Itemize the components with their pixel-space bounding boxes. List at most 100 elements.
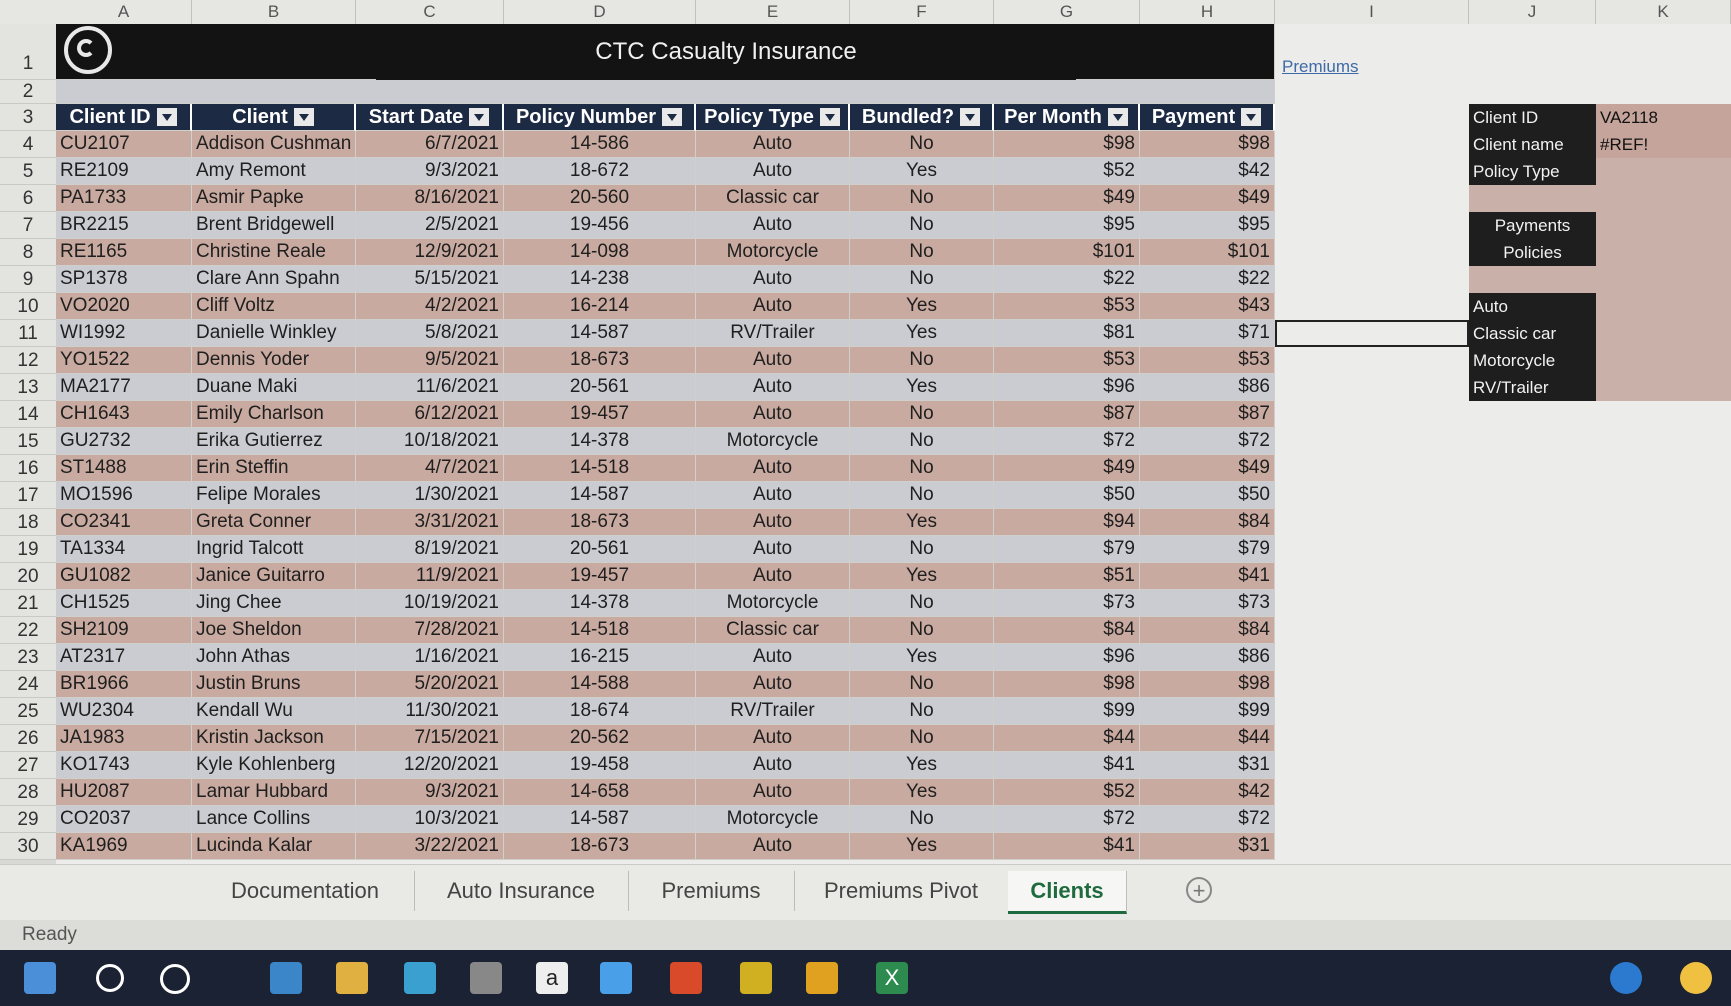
table-cell[interactable]: Auto [696, 374, 850, 401]
table-cell[interactable]: 11/30/2021 [356, 698, 504, 725]
table-cell[interactable]: YO1522 [56, 347, 192, 374]
table-header-3[interactable]: Policy Number [504, 104, 696, 131]
table-cell[interactable]: Auto [696, 644, 850, 671]
table-cell[interactable]: 9/5/2021 [356, 347, 504, 374]
table-cell[interactable]: Auto [696, 266, 850, 293]
table-cell[interactable]: 11/9/2021 [356, 563, 504, 590]
table-cell[interactable]: $99 [994, 698, 1140, 725]
table-cell[interactable]: $73 [994, 590, 1140, 617]
policy-type-value[interactable] [1596, 158, 1731, 185]
table-cell[interactable]: WI1992 [56, 320, 192, 347]
table-cell[interactable]: Auto [696, 779, 850, 806]
table-cell[interactable]: RE1165 [56, 239, 192, 266]
table-cell[interactable]: $79 [994, 536, 1140, 563]
table-cell[interactable]: 19-458 [504, 752, 696, 779]
table-cell[interactable]: 8/19/2021 [356, 536, 504, 563]
table-header-5[interactable]: Bundled? [850, 104, 994, 131]
table-cell[interactable]: Danielle Winkley [192, 320, 356, 347]
table-cell[interactable]: Classic car [696, 617, 850, 644]
table-cell[interactable]: ST1488 [56, 455, 192, 482]
table-cell[interactable]: Cliff Voltz [192, 293, 356, 320]
table-cell[interactable]: 14-238 [504, 266, 696, 293]
table-cell[interactable]: 19-456 [504, 212, 696, 239]
table-cell[interactable]: 7/28/2021 [356, 617, 504, 644]
table-cell[interactable]: 11/6/2021 [356, 374, 504, 401]
table-cell[interactable]: No [850, 482, 994, 509]
table-cell[interactable]: 18-673 [504, 833, 696, 860]
table-cell[interactable]: RV/Trailer [696, 698, 850, 725]
table-cell[interactable]: $96 [994, 644, 1140, 671]
row-header[interactable]: 2 [0, 80, 56, 104]
table-cell[interactable]: No [850, 536, 994, 563]
table-cell[interactable]: CU2107 [56, 131, 192, 158]
table-cell[interactable]: KA1969 [56, 833, 192, 860]
policy-type-row-value[interactable] [1596, 374, 1731, 401]
store-icon[interactable] [470, 962, 502, 994]
column-header-g[interactable]: G [994, 0, 1140, 24]
search-icon[interactable] [96, 964, 124, 992]
table-cell[interactable]: Auto [696, 509, 850, 536]
table-cell[interactable]: $86 [1140, 374, 1275, 401]
table-cell[interactable]: Auto [696, 131, 850, 158]
filter-dropdown-icon[interactable] [960, 108, 981, 126]
table-cell[interactable]: No [850, 671, 994, 698]
table-cell[interactable]: Auto [696, 293, 850, 320]
winamp-icon[interactable] [740, 962, 772, 994]
table-header-6[interactable]: Per Month [994, 104, 1140, 131]
table-cell[interactable]: 12/20/2021 [356, 752, 504, 779]
row-header[interactable]: 9 [0, 266, 56, 293]
table-cell[interactable]: MA2177 [56, 374, 192, 401]
table-cell[interactable]: $22 [994, 266, 1140, 293]
table-cell[interactable]: Lance Collins [192, 806, 356, 833]
policy-type-row-value[interactable] [1596, 320, 1731, 347]
table-cell[interactable]: Addison Cushman [192, 131, 356, 158]
table-cell[interactable]: AT2317 [56, 644, 192, 671]
table-cell[interactable]: No [850, 266, 994, 293]
row-header[interactable]: 23 [0, 644, 56, 671]
table-cell[interactable]: $101 [994, 239, 1140, 266]
table-cell[interactable]: $31 [1140, 833, 1275, 860]
table-cell[interactable]: 9/3/2021 [356, 779, 504, 806]
table-cell[interactable]: 14-658 [504, 779, 696, 806]
table-cell[interactable]: Kristin Jackson [192, 725, 356, 752]
table-cell[interactable]: Motorcycle [696, 590, 850, 617]
table-cell[interactable]: 3/31/2021 [356, 509, 504, 536]
table-cell[interactable]: No [850, 401, 994, 428]
table-cell[interactable]: GU2732 [56, 428, 192, 455]
table-cell[interactable]: No [850, 239, 994, 266]
table-cell[interactable]: Janice Guitarro [192, 563, 356, 590]
column-header-f[interactable]: F [850, 0, 994, 24]
table-cell[interactable]: Christine Reale [192, 239, 356, 266]
row-header[interactable]: 16 [0, 455, 56, 482]
row-header[interactable]: 7 [0, 212, 56, 239]
table-cell[interactable]: Yes [850, 293, 994, 320]
table-cell[interactable]: No [850, 212, 994, 239]
client-name-value[interactable]: #REF! [1596, 131, 1731, 158]
row-header[interactable]: 27 [0, 752, 56, 779]
table-cell[interactable]: HU2087 [56, 779, 192, 806]
table-cell[interactable]: Felipe Morales [192, 482, 356, 509]
table-cell[interactable]: BR1966 [56, 671, 192, 698]
table-cell[interactable]: 20-561 [504, 374, 696, 401]
table-cell[interactable]: $71 [1140, 320, 1275, 347]
table-cell[interactable]: $84 [1140, 509, 1275, 536]
table-cell[interactable]: $53 [994, 293, 1140, 320]
table-cell[interactable]: 18-673 [504, 347, 696, 374]
table-cell[interactable]: Lucinda Kalar [192, 833, 356, 860]
sheet-tab-premiums-pivot[interactable]: Premiums Pivot [794, 871, 1009, 911]
table-cell[interactable]: Joe Sheldon [192, 617, 356, 644]
table-cell[interactable]: No [850, 590, 994, 617]
table-cell[interactable]: Yes [850, 563, 994, 590]
policy-type-row-value[interactable] [1596, 347, 1731, 374]
table-cell[interactable]: VO2020 [56, 293, 192, 320]
table-cell[interactable]: $31 [1140, 752, 1275, 779]
table-cell[interactable]: Erika Gutierrez [192, 428, 356, 455]
policy-type-row-value[interactable] [1596, 293, 1731, 320]
table-cell[interactable]: 6/12/2021 [356, 401, 504, 428]
row-header[interactable]: 3 [0, 104, 56, 131]
table-cell[interactable]: No [850, 806, 994, 833]
row-header[interactable]: 5 [0, 158, 56, 185]
row-header[interactable]: 19 [0, 536, 56, 563]
table-cell[interactable]: Auto [696, 455, 850, 482]
table-cell[interactable]: $98 [994, 131, 1140, 158]
